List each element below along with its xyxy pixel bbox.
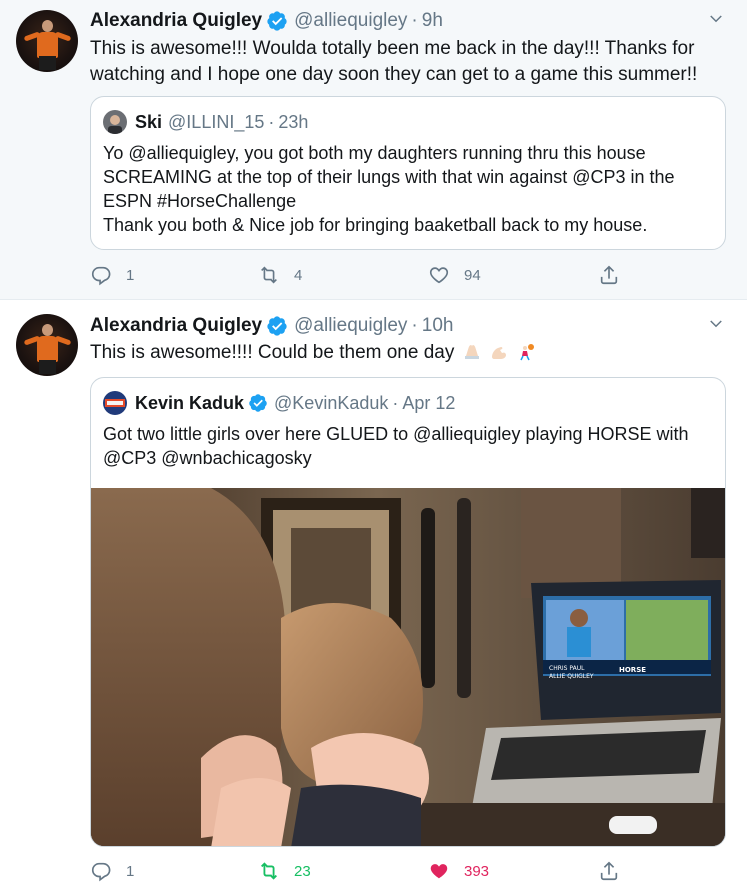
share-icon	[600, 265, 618, 285]
laptop-screen: CHRIS PAUL ALLIE QUIGLEY HORSE	[531, 580, 721, 720]
tweet-header: Alexandria Quigley @alliequigley · 9h	[90, 8, 443, 34]
quoted-author-handle: @ILLINI_15	[168, 111, 265, 132]
quoted-tweet-text: Yo @alliequigley, you got both my daught…	[103, 141, 713, 237]
separator-dot: ·	[411, 315, 418, 336]
retweet-count: 4	[294, 266, 303, 284]
quoted-tweet-header: Kevin Kaduk @KevinKaduk · Apr 12	[103, 390, 455, 416]
quoted-author-handle: @KevinKaduk	[274, 392, 389, 413]
verified-badge-icon	[267, 316, 287, 336]
like-icon	[430, 864, 448, 879]
quoted-author-name: Kevin Kaduk	[135, 392, 245, 413]
retweet-icon	[261, 862, 277, 880]
reply-count: 1	[126, 266, 135, 284]
quoted-timestamp: 23h	[278, 111, 309, 132]
tweet-text: This is awesome!!!! Could be them one da…	[90, 340, 710, 366]
quoted-tweet-header: Ski @ILLINI_15 · 23h	[103, 109, 308, 135]
retweet-count: 23	[294, 862, 311, 880]
author-name[interactable]: Alexandria Quigley	[90, 10, 262, 32]
tweet-text-line: This is awesome!!!! Could be them one da…	[90, 342, 455, 363]
retweet-button[interactable]: 23	[258, 860, 311, 882]
reply-button[interactable]: 1	[90, 264, 134, 286]
tweet-timestamp[interactable]: 9h	[422, 10, 443, 32]
separator-dot: ·	[268, 111, 275, 132]
like-count: 393	[464, 862, 490, 880]
reply-count: 1	[126, 862, 135, 880]
basketball-player-emoji-icon	[520, 344, 535, 361]
tweet-text: This is awesome!!! Woulda totally been m…	[90, 36, 710, 88]
tweet-text-line: watching and I hope one day soon they ca…	[90, 64, 698, 85]
share-button[interactable]	[598, 860, 634, 882]
tweet-timestamp[interactable]: 10h	[422, 315, 454, 337]
author-handle[interactable]: @alliequigley	[294, 10, 407, 32]
screen-name-text: CHRIS PAUL	[549, 665, 585, 672]
quoted-timestamp: Apr 12	[402, 392, 456, 413]
quoted-text-line: SCREAMING at the top of their lungs with…	[103, 167, 675, 187]
like-count: 94	[464, 266, 481, 284]
share-icon	[600, 861, 618, 881]
like-button[interactable]: 94	[428, 264, 481, 286]
quoted-author-avatar	[103, 391, 127, 415]
tweet[interactable]: Alexandria Quigley @alliequigley · 9h Th…	[0, 0, 747, 300]
caret-down-icon[interactable]	[707, 315, 725, 333]
quoted-author-avatar	[103, 110, 127, 134]
tweet-actions: 1 4 94	[90, 264, 650, 288]
quoted-text-line: Yo @alliequigley, you got both my daught…	[103, 143, 646, 163]
screen-game-text: HORSE	[619, 666, 646, 674]
retweet-icon	[261, 266, 277, 284]
separator-dot: ·	[392, 392, 399, 413]
tweet-actions: 1 23 393	[90, 860, 650, 884]
quoted-text-line: Got two little girls over here GLUED to …	[103, 424, 689, 444]
verified-badge-icon	[249, 394, 267, 412]
quoted-text-line: ESPN #HorseChallenge	[103, 191, 297, 211]
like-button[interactable]: 393	[428, 860, 489, 882]
tweet-header: Alexandria Quigley @alliequigley · 10h	[90, 313, 453, 339]
author-avatar[interactable]	[16, 314, 78, 376]
author-name[interactable]: Alexandria Quigley	[90, 315, 262, 337]
praying-hands-emoji-icon	[464, 345, 479, 359]
quoted-tweet[interactable]: Kevin Kaduk @KevinKaduk · Apr 12 Got two…	[90, 377, 726, 847]
quoted-tweet-text: Got two little girls over here GLUED to …	[103, 422, 713, 470]
quoted-tweet-photo[interactable]: CHRIS PAUL ALLIE QUIGLEY HORSE	[91, 488, 725, 846]
tweet[interactable]: Alexandria Quigley @alliequigley · 10h T…	[0, 300, 747, 884]
tweet-text-line: This is awesome!!! Woulda totally been m…	[90, 38, 695, 59]
separator-dot: ·	[411, 10, 418, 31]
flexed-biceps-emoji-icon	[491, 347, 506, 359]
author-handle[interactable]: @alliequigley	[294, 315, 407, 337]
quoted-text-line: @CP3 @wnbachicagosky	[103, 448, 312, 468]
retweet-button[interactable]: 4	[258, 264, 302, 286]
reply-icon	[91, 266, 111, 286]
share-button[interactable]	[598, 264, 634, 286]
quoted-author-name: Ski	[135, 111, 163, 132]
quoted-text-line: Thank you both & Nice job for bringing b…	[103, 215, 648, 235]
like-icon	[429, 267, 449, 284]
reply-icon	[91, 862, 111, 882]
author-avatar[interactable]	[16, 10, 78, 72]
quoted-tweet[interactable]: Ski @ILLINI_15 · 23h Yo @alliequigley, y…	[90, 96, 726, 250]
screen-name2-text: ALLIE QUIGLEY	[549, 673, 594, 680]
caret-down-icon[interactable]	[707, 10, 725, 28]
reply-button[interactable]: 1	[90, 860, 134, 882]
verified-badge-icon	[267, 11, 287, 31]
photo-scene: CHRIS PAUL ALLIE QUIGLEY HORSE	[91, 488, 725, 846]
